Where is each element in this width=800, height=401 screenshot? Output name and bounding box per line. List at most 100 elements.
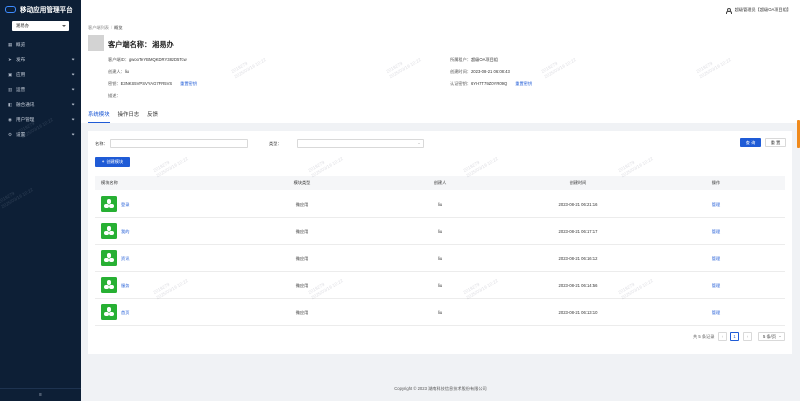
module-icon — [101, 304, 117, 320]
tab-system-modules[interactable]: 系统模块 — [88, 111, 110, 123]
module-created-time: 2023-08-21 06:14:56 — [558, 283, 598, 288]
sidebar-item-overview[interactable]: ▦ 概览 — [0, 37, 81, 52]
chevron-down-icon — [71, 72, 75, 76]
client-auth-key: 认证密钥：6YH7T79Z0YR09Q 重置密钥 — [450, 81, 533, 86]
apps-icon: ▣ — [8, 71, 13, 77]
manage-link[interactable]: 管理 — [712, 218, 720, 245]
watermark: 2019279 2025/03/19 10:22 — [695, 57, 732, 80]
module-type: 微应用 — [295, 256, 309, 261]
users-icon: ◉ — [8, 116, 13, 122]
module-creator: liu — [437, 310, 443, 315]
module-type: 微应用 — [295, 283, 309, 288]
watermark: 2019279 2025/03/19 10:22 — [540, 57, 577, 80]
tab-operation-log[interactable]: 操作日志 — [118, 111, 140, 123]
sidebar-item-users[interactable]: ◉ 用户管理 — [0, 112, 81, 127]
table-row: 服务 微应用 liu 2023-08-21 06:14:56 管理 — [95, 272, 785, 299]
sidebar-item-label: 融合通讯 — [16, 101, 35, 107]
column-header: 模块类型 — [293, 180, 311, 185]
client-creator: 创建人：liu — [108, 69, 129, 74]
module-created-time: 2023-08-21 06:21:16 — [558, 202, 598, 207]
menu-icon: ≡ — [39, 392, 42, 398]
manage-link[interactable]: 管理 — [712, 191, 720, 218]
footer-copyright: Copyright © 2023 湖南科技信息技术股份有限公司 — [394, 386, 487, 391]
type-filter-label: 类型： — [269, 141, 282, 146]
gear-icon: ⚙ — [8, 131, 13, 137]
chart-icon: ▥ — [8, 86, 13, 92]
column-header: 模块名称 — [101, 180, 118, 185]
module-name-link[interactable]: 资讯 — [121, 245, 129, 272]
caret-down-icon — [62, 25, 66, 27]
module-created-time: 2023-08-21 06:13:10 — [558, 310, 598, 315]
sidebar-item-apps[interactable]: ▣ 应用 — [0, 67, 81, 82]
reset-auth-key-link[interactable]: 重置密钥 — [515, 81, 532, 86]
sidebar-item-label: 概览 — [16, 41, 26, 47]
sidebar-menu: ▦ 概览 ➤ 发布 ▣ 应用 ▥ 运营 ◧ 融合通讯 ◉ 用户管理 ⚙ 设置 — [0, 37, 81, 142]
sidebar: 移动应用管理平台 湘易办 ▦ 概览 ➤ 发布 ▣ 应用 ▥ 运营 ◧ 融合通讯 — [0, 0, 81, 401]
table-row: 首页 微应用 liu 2023-08-21 06:13:10 管理 — [95, 299, 785, 326]
client-id: 客户端ID：gwooTeYBMQKDRY38zD5Tcw — [108, 57, 187, 62]
client-key: 密钥：E3NKS5VPSVYAG7FR5VS 重置密钥 — [108, 81, 197, 86]
reset-button[interactable]: 重 置 — [765, 138, 786, 147]
module-name-link[interactable]: 登录 — [121, 191, 129, 218]
chevron-down-icon — [71, 102, 75, 106]
module-icon — [101, 277, 117, 293]
module-creator: liu — [437, 229, 443, 234]
sidebar-item-label: 发布 — [16, 56, 26, 62]
manage-link[interactable]: 管理 — [712, 272, 720, 299]
breadcrumb: 客户端列表 / 概览 — [88, 25, 123, 31]
page-number-button[interactable]: 1 — [730, 332, 739, 341]
user-menu[interactable]: 超级管理员【超级OA项目组】 — [726, 7, 791, 14]
app-selector[interactable]: 湘易办 — [12, 21, 69, 31]
name-filter-input[interactable] — [110, 139, 248, 148]
watermark: 2019279 2025/03/19 10:22 — [385, 57, 422, 80]
module-type: 微应用 — [295, 202, 309, 207]
create-module-button[interactable]: + 创建模块 — [95, 157, 130, 167]
module-name-link[interactable]: 我的 — [121, 218, 129, 245]
watermark: 2019279 2025/03/19 10:22 — [617, 156, 654, 179]
column-header: 创建人 — [433, 180, 447, 185]
client-description: 描述： — [108, 93, 121, 98]
next-page-button[interactable]: › — [743, 332, 752, 341]
page-size-select[interactable]: 5 条/页 — [758, 332, 785, 341]
prev-page-button[interactable]: ‹ — [718, 332, 727, 341]
app-title: 移动应用管理平台 — [20, 6, 73, 14]
manage-link[interactable]: 管理 — [712, 299, 720, 326]
topbar: 超级管理员【超级OA项目组】 — [81, 0, 800, 20]
sidebar-item-operations[interactable]: ▥ 运营 — [0, 82, 81, 97]
chevron-down-icon — [71, 87, 75, 91]
breadcrumb-parent[interactable]: 客户端列表 — [88, 25, 109, 30]
breadcrumb-separator: / — [110, 25, 113, 30]
modules-panel: 名称： 类型： 查 询 重 置 + 创建模块 模块名称 模块类型 创建人 创建时间… — [88, 131, 792, 354]
tab-feedback[interactable]: 反馈 — [147, 111, 158, 123]
watermark: 2019279 2025/03/19 10:22 — [230, 57, 267, 80]
module-type: 微应用 — [295, 310, 309, 315]
type-filter-select[interactable] — [297, 139, 424, 148]
reset-key-link[interactable]: 重置密钥 — [180, 81, 197, 86]
client-tenant: 所属租户：超级OA项目组 — [450, 57, 498, 62]
query-button[interactable]: 查 询 — [740, 138, 761, 147]
watermark: 2019279 2025/03/19 10:22 — [307, 156, 344, 179]
column-header: 创建时间 — [569, 180, 587, 185]
page-title: 客户端名称：湘易办 — [108, 40, 174, 50]
table-header: 模块名称 模块类型 创建人 创建时间 操作 — [95, 176, 785, 190]
logo-icon — [5, 4, 17, 13]
column-header: 操作 — [711, 180, 721, 185]
sidebar-item-label: 应用 — [16, 71, 26, 77]
client-header: 客户端列表 / 概览 客户端名称：湘易办 客户端ID：gwooTeYBMQKDRY3… — [81, 20, 800, 123]
sidebar-item-settings[interactable]: ⚙ 设置 — [0, 127, 81, 142]
sidebar-item-publish[interactable]: ➤ 发布 — [0, 52, 81, 67]
module-created-time: 2023-08-21 06:16:12 — [558, 256, 598, 261]
logo: 移动应用管理平台 — [0, 0, 81, 17]
page-title-label: 客户端名称： — [108, 40, 152, 49]
sidebar-item-messaging[interactable]: ◧ 融合通讯 — [0, 97, 81, 112]
collapse-menu-button[interactable]: ≡ — [0, 388, 81, 401]
module-name-link[interactable]: 首页 — [121, 299, 129, 326]
page-title-value: 湘易办 — [152, 40, 174, 49]
chevron-down-icon — [71, 117, 75, 121]
manage-link[interactable]: 管理 — [712, 245, 720, 272]
tab-bar: 系统模块 操作日志 反馈 — [88, 111, 166, 123]
table-row: 我的 微应用 liu 2023-08-21 06:17:17 管理 — [95, 218, 785, 245]
module-name-link[interactable]: 服务 — [121, 272, 129, 299]
message-icon: ◧ — [8, 101, 13, 107]
breadcrumb-current: 概览 — [114, 25, 123, 30]
